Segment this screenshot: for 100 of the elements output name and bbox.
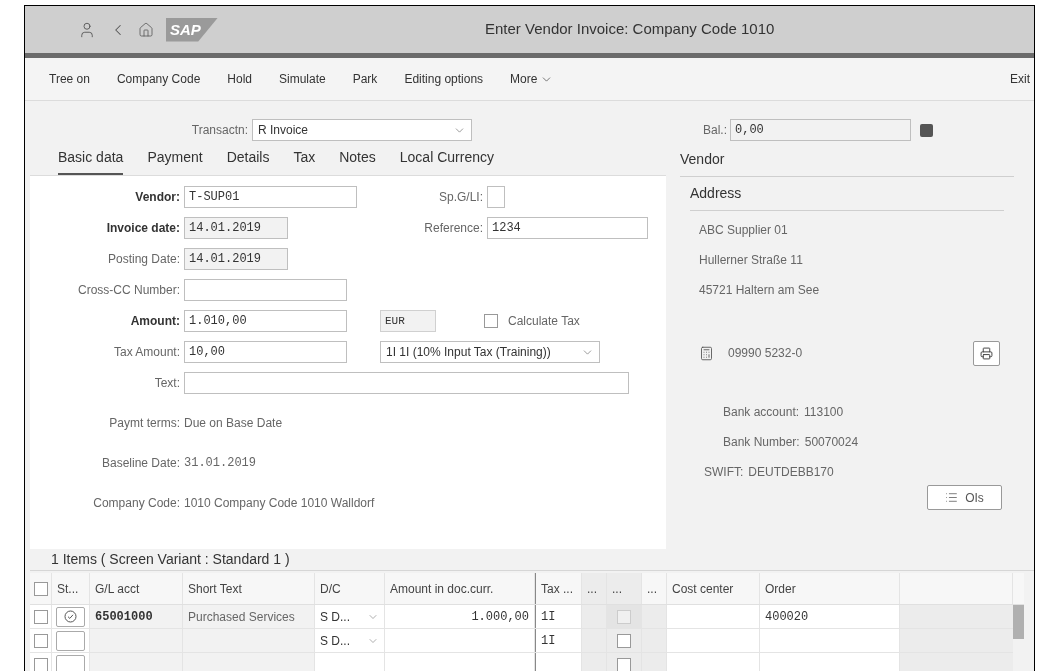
tab[interactable]: Notes bbox=[339, 147, 376, 175]
field-label: Posting Date: bbox=[106, 251, 181, 268]
table-row[interactable]: 65001000 Purchased Services S D... 1.000,00 1I 400020 bbox=[30, 605, 1013, 629]
status-button[interactable] bbox=[56, 630, 85, 651]
status-button[interactable] bbox=[56, 606, 85, 627]
check-circle-icon bbox=[64, 610, 77, 623]
phone-number: 09990 5232-0 bbox=[728, 345, 803, 362]
dropdown-field[interactable]: S D... bbox=[315, 605, 384, 628]
field-label: Text: bbox=[153, 375, 181, 392]
input-field[interactable]: 1.010,00 bbox=[184, 310, 347, 332]
list-icon bbox=[945, 491, 959, 504]
row-checkbox[interactable] bbox=[33, 633, 48, 648]
phone-button[interactable] bbox=[973, 340, 1000, 366]
column-header[interactable]: Cost center bbox=[667, 573, 760, 604]
field-label: Paymt terms: bbox=[108, 415, 181, 432]
table-cell: Purchased Services bbox=[183, 605, 315, 628]
field-label: Bank Number: bbox=[723, 434, 800, 451]
table-cell-text: 1.000,00 bbox=[471, 608, 529, 626]
toolbar-button[interactable]: Tree on bbox=[49, 70, 90, 88]
field-label: Invoice date: bbox=[105, 220, 181, 237]
dropdown-field[interactable]: 1I 1I (10% Input Tax (Training)) bbox=[380, 341, 600, 363]
input-field[interactable] bbox=[184, 372, 629, 394]
column-header[interactable]: G/L acct bbox=[90, 573, 183, 604]
field-value: Due on Base Date bbox=[184, 415, 283, 432]
field-label: Amount: bbox=[129, 313, 181, 330]
address-line: Hullerner Straße 11 bbox=[699, 252, 804, 269]
column-header[interactable]: Amount in doc.curr. bbox=[385, 573, 535, 604]
input-field[interactable] bbox=[184, 279, 347, 301]
toolbar-button[interactable]: Editing options bbox=[404, 70, 484, 88]
column-header[interactable]: Order bbox=[760, 573, 900, 604]
column-header[interactable]: Short Text bbox=[183, 573, 315, 604]
more-menu[interactable]: More bbox=[510, 70, 554, 88]
column-header[interactable]: ... bbox=[582, 573, 607, 604]
open-items-button[interactable]: OIs bbox=[927, 485, 1002, 510]
address-line: ABC Supplier 01 bbox=[699, 222, 789, 239]
table-cell-text: 1I bbox=[541, 608, 556, 626]
currency-field[interactable]: EUR bbox=[380, 310, 436, 332]
column-header[interactable]: ... bbox=[642, 573, 667, 604]
table-cell-text: 400020 bbox=[765, 608, 809, 626]
field-label: Cross-CC Number: bbox=[77, 282, 181, 299]
field-label: Bank account: bbox=[723, 404, 800, 421]
input-field[interactable]: T-SUP01 bbox=[184, 186, 357, 208]
toolbar-button[interactable]: Simulate bbox=[279, 70, 326, 88]
table-cell bbox=[582, 653, 607, 671]
address-line: 45721 Haltern am See bbox=[699, 282, 821, 299]
column-header[interactable]: St... bbox=[52, 573, 90, 604]
user-icon[interactable] bbox=[78, 20, 96, 39]
field-label: Company Code: bbox=[92, 495, 181, 512]
field-value: 50070024 bbox=[804, 434, 859, 451]
select-all-checkbox[interactable] bbox=[33, 581, 48, 596]
tab[interactable]: Payment bbox=[147, 147, 203, 175]
window-title: Enter Vendor Invoice: Company Code 1010 bbox=[485, 19, 775, 40]
input-field[interactable]: 10,00 bbox=[184, 341, 347, 363]
table-cell bbox=[582, 629, 607, 652]
input-field[interactable]: 14.01.2019 bbox=[184, 217, 288, 239]
section-title: Address bbox=[690, 183, 1004, 211]
dropdown-field[interactable]: S D... bbox=[315, 629, 384, 652]
table-cell: 65001000 bbox=[90, 605, 183, 628]
status-square-icon bbox=[920, 123, 933, 137]
column-header[interactable]: D/C bbox=[315, 573, 385, 604]
table-checkbox[interactable] bbox=[617, 657, 631, 671]
input-field[interactable] bbox=[487, 186, 505, 208]
table-cell bbox=[642, 653, 667, 671]
toolbar-button[interactable]: Hold bbox=[227, 70, 252, 88]
field-label: Transactn: bbox=[190, 122, 249, 139]
field-value: 31.01.2019 bbox=[184, 455, 256, 472]
home-icon[interactable] bbox=[138, 21, 154, 38]
field-label: Tax Amount: bbox=[112, 344, 181, 361]
table-checkbox[interactable] bbox=[617, 633, 631, 648]
checkbox-label: Calculate Tax bbox=[508, 313, 580, 330]
column-header[interactable]: ... bbox=[607, 573, 642, 604]
print-icon bbox=[980, 346, 993, 360]
table-title: 1 Items ( Screen Variant : Standard 1 ) bbox=[51, 550, 290, 569]
input-field[interactable]: 1234 bbox=[487, 217, 648, 239]
field-value: DEUTDEBB170 bbox=[748, 464, 834, 481]
table-cell bbox=[642, 629, 667, 652]
field-label: Baseline Date: bbox=[100, 455, 181, 472]
dropdown-field[interactable]: R Invoice bbox=[252, 119, 472, 141]
field-label: Sp.G/LI: bbox=[437, 189, 484, 206]
toolbar-button[interactable]: Company Code bbox=[116, 70, 201, 88]
row-checkbox[interactable] bbox=[33, 657, 48, 671]
row-checkbox[interactable] bbox=[33, 609, 48, 624]
section-title: Vendor bbox=[680, 149, 1014, 177]
field-label: Bal.: bbox=[703, 122, 728, 139]
toolbar-button[interactable]: Park bbox=[352, 70, 378, 88]
field-label: Reference: bbox=[423, 220, 484, 237]
input-field[interactable]: 14.01.2019 bbox=[184, 248, 288, 270]
field-label: SWIFT: bbox=[704, 464, 744, 481]
exit-button[interactable]: Exit bbox=[1010, 70, 1030, 88]
status-button[interactable] bbox=[56, 654, 85, 671]
checkbox[interactable] bbox=[484, 314, 498, 328]
table-row[interactable]: S D... 1I bbox=[30, 629, 1013, 653]
field-value: 1010 Company Code 1010 Walldorf bbox=[184, 495, 375, 512]
field-label: Vendor: bbox=[134, 189, 181, 206]
tab[interactable]: Details bbox=[226, 147, 270, 175]
input-field[interactable]: 0,00 bbox=[730, 119, 911, 141]
table-cell-text: 1I bbox=[541, 632, 556, 650]
field-value: 113100 bbox=[804, 404, 844, 421]
tab[interactable]: Tax bbox=[293, 147, 316, 175]
tab[interactable]: Local Currency bbox=[399, 147, 494, 175]
